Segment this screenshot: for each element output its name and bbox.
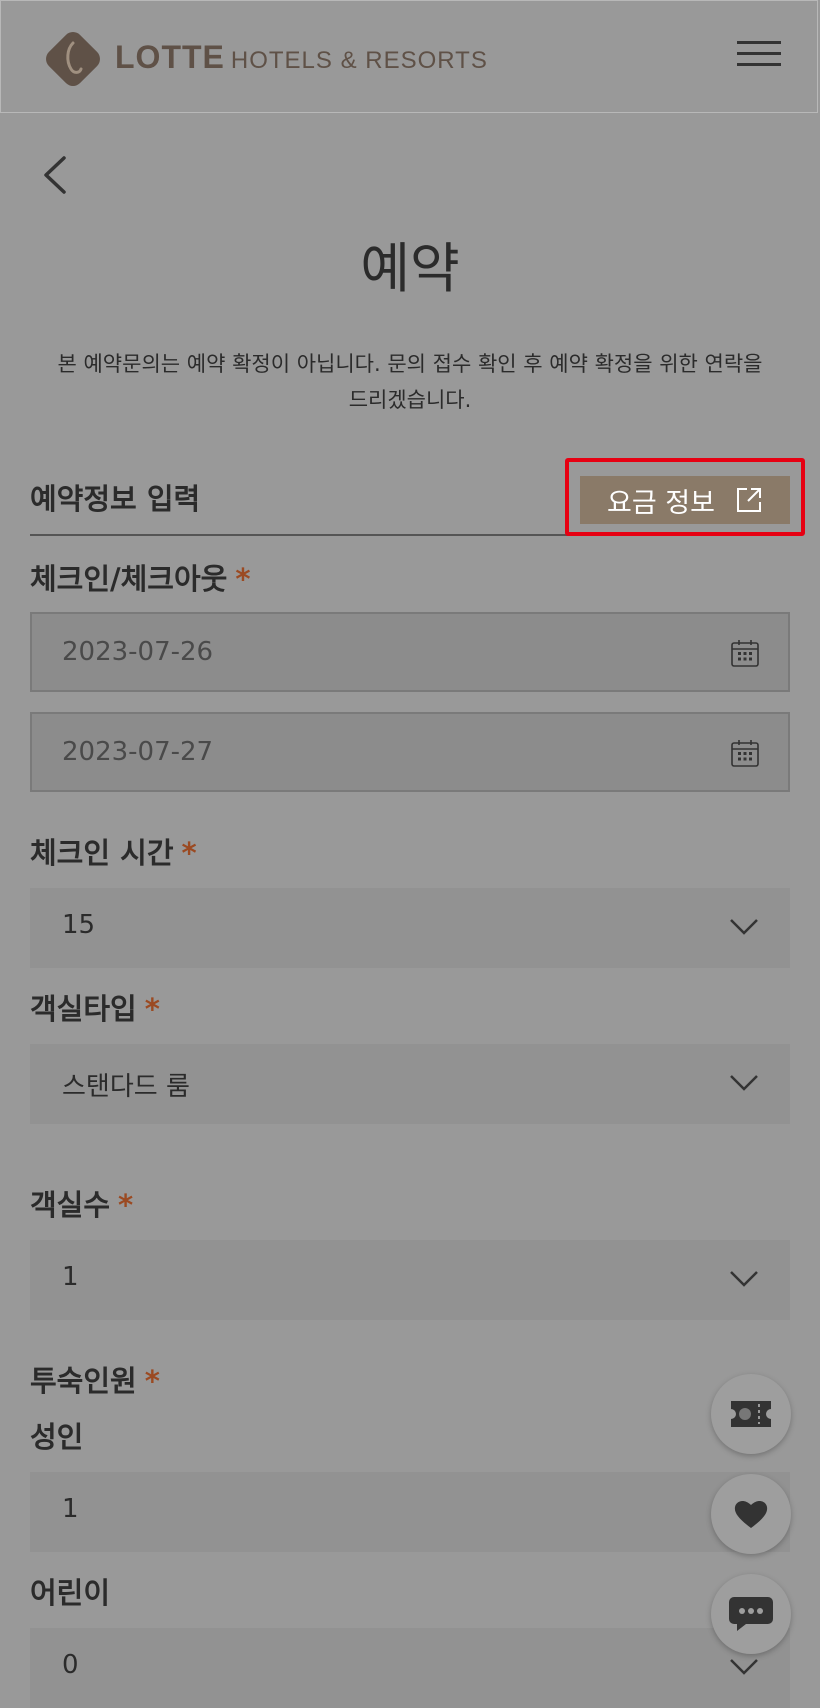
ticket-icon	[731, 1401, 771, 1427]
adult-count-select[interactable]: 1	[30, 1472, 790, 1552]
adult-count-value: 1	[62, 1494, 79, 1524]
logo-text[interactable]: LOTTE HOTELS & RESORTS	[115, 39, 488, 76]
rate-info-label: 요금 정보	[607, 487, 715, 519]
checkin-time-value: 15	[62, 910, 96, 940]
chevron-down-icon	[730, 919, 758, 935]
checkin-checkout-label: 체크인/체크아웃 *	[30, 556, 251, 598]
guests-label-text: 투숙인원	[30, 1364, 137, 1398]
checkin-date-input[interactable]	[62, 614, 702, 690]
required-mark: *	[118, 1188, 134, 1222]
child-count-select[interactable]: 0	[30, 1628, 790, 1708]
back-arrow-icon[interactable]	[38, 150, 74, 200]
required-mark: *	[144, 1364, 160, 1398]
room-count-value: 1	[62, 1262, 79, 1292]
child-label: 어린이	[30, 1576, 111, 1610]
page-title: 예약	[360, 237, 460, 300]
required-mark: *	[235, 562, 251, 596]
site-header: LOTTE HOTELS & RESORTS	[0, 0, 818, 113]
room-count-label-text: 객실수	[30, 1188, 111, 1222]
required-mark: *	[181, 836, 197, 870]
calendar-icon[interactable]	[730, 738, 760, 768]
checkin-time-label-text: 체크인 시간	[30, 836, 174, 870]
chat-fab-button[interactable]	[711, 1574, 791, 1654]
wishlist-fab-button[interactable]	[711, 1474, 791, 1554]
adult-label: 성인	[30, 1420, 84, 1454]
checkin-checkout-label-text: 체크인/체크아웃	[30, 562, 228, 596]
chevron-down-icon	[730, 1271, 758, 1287]
checkout-date-field[interactable]	[30, 712, 790, 792]
checkin-time-label: 체크인 시간 *	[30, 830, 197, 872]
room-type-label: 객실타입 *	[30, 986, 160, 1028]
rate-info-button[interactable]: 요금 정보	[580, 476, 790, 524]
external-link-icon	[736, 488, 761, 512]
room-type-select[interactable]: 스탠다드 룸	[30, 1044, 790, 1124]
calendar-icon[interactable]	[730, 638, 760, 668]
room-type-label-text: 객실타입	[30, 992, 137, 1026]
hamburger-menu-icon[interactable]	[737, 41, 781, 71]
coupon-fab-button[interactable]	[711, 1374, 791, 1454]
chevron-down-icon	[730, 1659, 758, 1675]
checkin-date-field[interactable]	[30, 612, 790, 692]
room-count-label: 객실수 *	[30, 1182, 133, 1224]
heart-icon	[734, 1500, 768, 1528]
reservation-notice: 본 예약문의는 예약 확정이 아닙니다. 문의 접수 확인 후 예약 확정을 위…	[57, 352, 763, 412]
chat-icon	[729, 1597, 773, 1631]
checkin-time-select[interactable]: 15	[30, 888, 790, 968]
required-mark: *	[144, 992, 160, 1026]
lotte-logo-icon[interactable]	[43, 29, 103, 89]
checkout-date-input[interactable]	[62, 714, 702, 790]
room-count-select[interactable]: 1	[30, 1240, 790, 1320]
logo-brand: LOTTE	[115, 39, 225, 75]
chevron-down-icon	[730, 1075, 758, 1091]
room-type-value: 스탠다드 룸	[62, 1072, 190, 1102]
guests-label: 투숙인원 *	[30, 1358, 160, 1400]
child-count-value: 0	[62, 1650, 79, 1680]
logo-subtitle: HOTELS & RESORTS	[230, 47, 488, 74]
section-title: 예약정보 입력	[30, 482, 201, 516]
